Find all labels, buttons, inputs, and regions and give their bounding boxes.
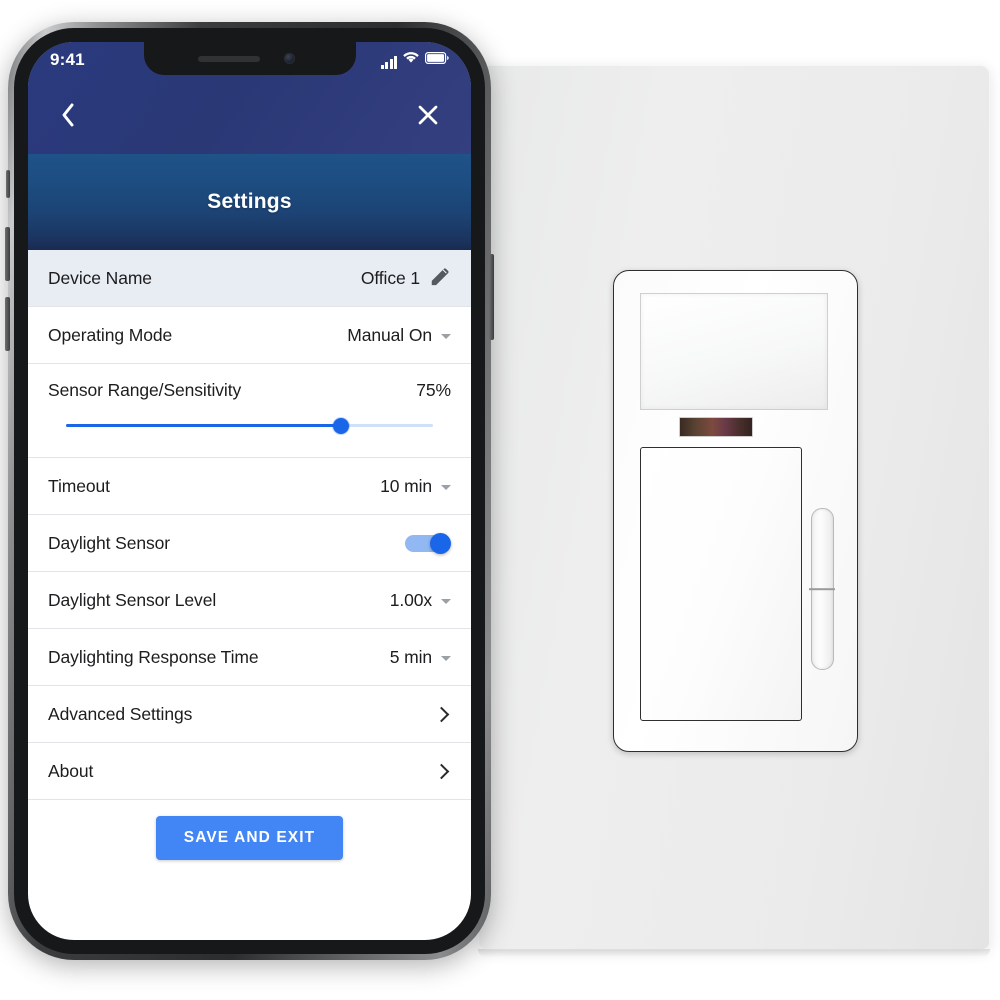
setting-row-device-name[interactable]: Device Name Office 1 bbox=[28, 250, 471, 307]
timeout-right: 10 min bbox=[380, 476, 451, 497]
ir-led-indicator-strip bbox=[679, 417, 753, 437]
occupancy-sensor-device bbox=[613, 270, 858, 752]
timeout-value: 10 min bbox=[380, 475, 432, 496]
save-and-exit-button[interactable]: SAVE AND EXIT bbox=[155, 816, 344, 860]
daylight-sensor-level-value: 1.00x bbox=[389, 589, 432, 610]
side-dimmer-rocker[interactable] bbox=[811, 508, 834, 670]
device-name-value: Office 1 bbox=[360, 267, 420, 288]
operating-mode-value: Manual On bbox=[347, 324, 432, 345]
setting-row-daylight-sensor-level[interactable]: Daylight Sensor Level 1.00x bbox=[28, 572, 471, 629]
status-bar-time: 9:41 bbox=[50, 49, 85, 69]
daylight-sensor-label: Daylight Sensor bbox=[48, 532, 171, 553]
cellular-signal-icon bbox=[380, 55, 397, 69]
slider-track[interactable] bbox=[66, 417, 433, 434]
silent-switch-button[interactable] bbox=[6, 170, 10, 198]
setting-row-daylight-sensor[interactable]: Daylight Sensor bbox=[28, 515, 471, 572]
toggle-knob bbox=[430, 532, 451, 554]
close-button[interactable] bbox=[411, 98, 445, 132]
scene-root: 9:41 Settings Device Name Office 1 Opera… bbox=[0, 0, 1000, 1000]
sensor-range-slider[interactable] bbox=[48, 416, 451, 457]
chevron-right-icon[interactable] bbox=[433, 706, 450, 722]
sensor-range-header: Sensor Range/Sensitivity 75% bbox=[48, 364, 451, 416]
timeout-label: Timeout bbox=[48, 475, 110, 496]
operating-mode-label: Operating Mode bbox=[48, 324, 173, 345]
daylighting-response-time-value: 5 min bbox=[389, 646, 432, 667]
device-name-label: Device Name bbox=[48, 267, 152, 288]
main-paddle-switch[interactable] bbox=[640, 447, 802, 721]
status-bar: 9:41 bbox=[28, 42, 471, 75]
daylight-sensor-level-right: 1.00x bbox=[390, 590, 451, 611]
setting-row-timeout[interactable]: Timeout 10 min bbox=[28, 458, 471, 515]
chevron-right-icon[interactable] bbox=[433, 763, 450, 779]
device-name-right: Office 1 bbox=[361, 265, 451, 292]
daylighting-response-time-label: Daylighting Response Time bbox=[48, 646, 259, 667]
volume-up-button[interactable] bbox=[5, 227, 10, 281]
about-label: About bbox=[48, 760, 94, 781]
chevron-down-icon[interactable] bbox=[441, 599, 451, 604]
chevron-down-icon[interactable] bbox=[441, 485, 451, 490]
advanced-settings-label: Advanced Settings bbox=[48, 703, 193, 724]
power-button[interactable] bbox=[489, 254, 494, 340]
wall-plate bbox=[478, 65, 990, 957]
daylighting-response-time-right: 5 min bbox=[390, 647, 451, 668]
setting-row-sensor-range: Sensor Range/Sensitivity 75% bbox=[28, 364, 471, 458]
sensor-range-label: Sensor Range/Sensitivity bbox=[48, 379, 242, 400]
daylight-sensor-level-label: Daylight Sensor Level bbox=[48, 589, 217, 610]
settings-list: Device Name Office 1 Operating Mode Manu… bbox=[28, 250, 471, 880]
sensor-lens-window bbox=[640, 293, 828, 410]
save-area: SAVE AND EXIT bbox=[28, 800, 471, 880]
app-header: 9:41 Settings bbox=[28, 42, 471, 250]
slider-fill bbox=[66, 424, 342, 427]
status-bar-icons bbox=[380, 49, 450, 69]
page-title: Settings bbox=[207, 190, 292, 213]
smartphone-mockup: 9:41 Settings Device Name Office 1 Opera… bbox=[5, 22, 494, 960]
chevron-down-icon[interactable] bbox=[441, 656, 451, 661]
header-nav-row bbox=[28, 75, 471, 154]
daylight-sensor-toggle[interactable] bbox=[405, 532, 451, 554]
sensor-range-value: 75% bbox=[416, 379, 451, 400]
setting-row-advanced-settings[interactable]: Advanced Settings bbox=[28, 686, 471, 743]
phone-screen: 9:41 Settings Device Name Office 1 Opera… bbox=[28, 42, 471, 940]
setting-row-daylighting-response-time[interactable]: Daylighting Response Time 5 min bbox=[28, 629, 471, 686]
wifi-icon bbox=[403, 51, 419, 69]
volume-down-button[interactable] bbox=[5, 297, 10, 351]
back-button[interactable] bbox=[54, 96, 82, 134]
operating-mode-right: Manual On bbox=[347, 325, 451, 346]
setting-row-operating-mode[interactable]: Operating Mode Manual On bbox=[28, 307, 471, 364]
setting-row-about[interactable]: About bbox=[28, 743, 471, 800]
slider-thumb[interactable] bbox=[333, 417, 350, 434]
back-chevron-icon bbox=[60, 103, 76, 131]
chevron-down-icon[interactable] bbox=[441, 334, 451, 339]
pencil-edit-icon[interactable] bbox=[429, 265, 451, 292]
battery-icon bbox=[425, 51, 449, 69]
close-x-icon bbox=[417, 105, 439, 129]
